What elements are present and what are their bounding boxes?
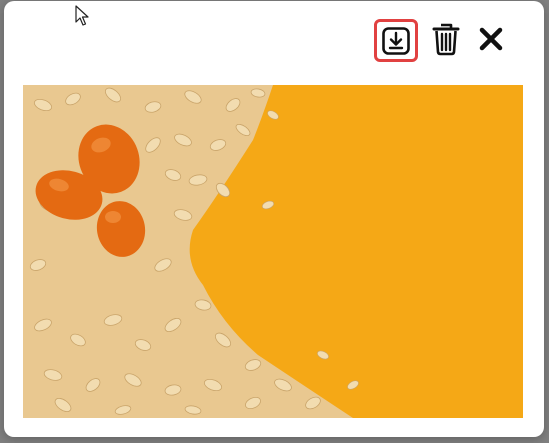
trash-icon bbox=[432, 23, 460, 56]
download-button[interactable] bbox=[374, 19, 418, 62]
delete-button[interactable] bbox=[426, 19, 466, 59]
preview-toolbar bbox=[374, 19, 544, 63]
download-icon bbox=[382, 26, 410, 55]
close-icon bbox=[479, 27, 503, 51]
close-button[interactable] bbox=[471, 19, 511, 59]
preview-image bbox=[23, 85, 523, 418]
image-preview-modal bbox=[4, 1, 544, 437]
